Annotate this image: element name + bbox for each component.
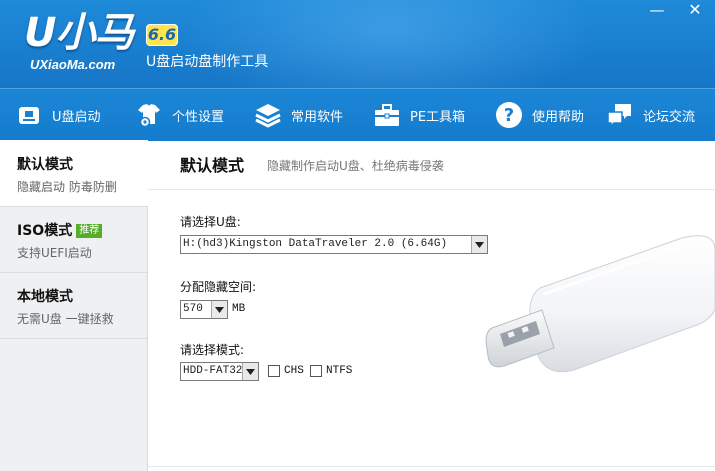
- usb-stick-illustration: [482, 210, 715, 384]
- nav-label: 常用软件: [291, 109, 344, 125]
- chevron-down-icon[interactable]: [211, 301, 227, 318]
- usb-drive-icon: [14, 100, 44, 130]
- sidebar-item-iso-mode[interactable]: ISO模式 推荐 支持UEFI启动: [0, 206, 147, 273]
- sidebar-item-title: 默认模式: [17, 157, 73, 173]
- recommend-badge: 推荐: [76, 224, 103, 238]
- sidebar: 默认模式 隐藏启动 防毒防删 ISO模式 推荐 支持UEFI启动 本地模式 无需U…: [0, 140, 148, 471]
- checkbox-box[interactable]: [310, 365, 322, 377]
- space-unit: MB: [232, 303, 246, 315]
- nav-label: 论坛交流: [643, 109, 696, 125]
- disk-select-label: 请选择U盘:: [180, 215, 241, 229]
- nav-item-forum[interactable]: 论坛交流: [605, 89, 695, 141]
- sidebar-item-subtitle: 隐藏启动 防毒防删: [17, 180, 117, 194]
- nav-label: U盘启动: [52, 109, 101, 125]
- page-title: 默认模式: [180, 156, 245, 175]
- nav-item-usb-boot[interactable]: U盘启动: [14, 89, 101, 141]
- shirt-gear-icon: [134, 100, 164, 130]
- chevron-down-icon[interactable]: [242, 363, 258, 380]
- disk-select-value: H:(hd3)Kingston DataTraveler 2.0 (6.64G): [183, 238, 448, 250]
- sidebar-item-default-mode[interactable]: 默认模式 隐藏启动 防毒防删: [0, 140, 148, 207]
- help-icon: ?: [494, 100, 524, 130]
- app-header: U小马 6.6 UXiaoMa.com U盘启动盘制作工具 — ✕: [0, 0, 715, 88]
- hidden-space-value: 570: [183, 303, 203, 315]
- chat-bubbles-icon: [605, 100, 635, 130]
- app-logo: U小马: [24, 10, 134, 56]
- ntfs-checkbox[interactable]: NTFS: [310, 365, 352, 377]
- toolbox-icon: [372, 100, 402, 130]
- nav-label: 使用帮助: [532, 109, 585, 125]
- footer-divider: [148, 466, 715, 467]
- svg-text:?: ?: [504, 105, 514, 126]
- layers-icon: [253, 100, 283, 130]
- nav-item-software[interactable]: 常用软件: [253, 89, 343, 141]
- hidden-space-select[interactable]: 570: [180, 300, 228, 319]
- main-nav: U盘启动 个性设置 常用软件 PE工具箱 ? 使用帮助 论坛交流: [0, 88, 715, 141]
- site-name: UXiaoMa.com: [30, 57, 116, 72]
- hidden-space-label: 分配隐藏空间:: [180, 280, 257, 294]
- minimize-button[interactable]: —: [642, 0, 672, 22]
- close-button[interactable]: ✕: [680, 0, 710, 22]
- sidebar-item-title-text: ISO模式: [17, 223, 73, 239]
- disk-select[interactable]: H:(hd3)Kingston DataTraveler 2.0 (6.64G): [180, 235, 488, 254]
- header-glow: [180, 0, 600, 88]
- version-badge: 6.6: [146, 24, 178, 46]
- mode-select-label: 请选择模式:: [180, 343, 245, 357]
- sidebar-item-local-mode[interactable]: 本地模式 无需U盘 一键拯救: [0, 272, 147, 339]
- ntfs-label: NTFS: [326, 365, 353, 377]
- app-tagline: U盘启动盘制作工具: [146, 54, 269, 70]
- mode-select[interactable]: HDD-FAT32: [180, 362, 259, 381]
- page-subtitle: 隐藏制作启动U盘、杜绝病毒侵袭: [267, 159, 444, 173]
- checkbox-box[interactable]: [268, 365, 280, 377]
- header-divider: [148, 189, 715, 190]
- nav-item-personalize[interactable]: 个性设置: [134, 89, 224, 141]
- mode-select-value: HDD-FAT32: [183, 365, 243, 377]
- nav-label: PE工具箱: [410, 109, 466, 125]
- sidebar-item-title: 本地模式: [17, 289, 73, 305]
- nav-item-help[interactable]: ? 使用帮助: [494, 89, 584, 141]
- sidebar-item-subtitle: 无需U盘 一键拯救: [17, 312, 114, 326]
- chs-label: CHS: [284, 365, 304, 377]
- nav-item-pe-toolbox[interactable]: PE工具箱: [372, 89, 465, 141]
- sidebar-item-subtitle: 支持UEFI启动: [17, 246, 92, 260]
- sidebar-item-title: ISO模式 推荐: [17, 220, 103, 240]
- chs-checkbox[interactable]: CHS: [268, 365, 304, 377]
- nav-label: 个性设置: [172, 109, 225, 125]
